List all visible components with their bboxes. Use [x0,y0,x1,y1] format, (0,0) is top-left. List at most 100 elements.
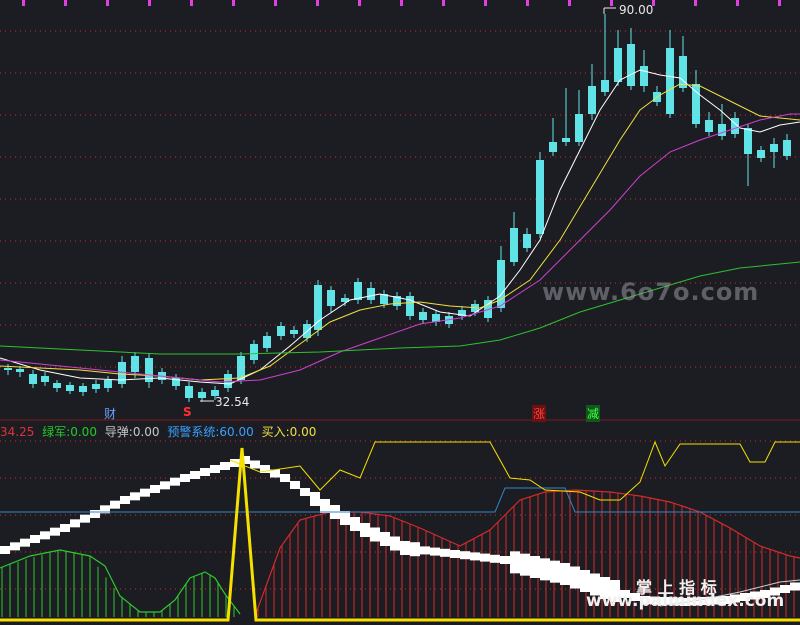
top-tick [106,0,109,6]
candle-body-down [250,344,258,360]
white-band-step [390,536,400,551]
candle-body-down [198,392,206,398]
white-band-step [790,582,800,591]
white-band-step [300,488,310,496]
white-band-step [160,481,170,490]
candle-body-down [419,312,427,320]
candle-body-down [277,326,285,336]
indicator-first-value: 34.25 [0,425,35,439]
candle-body-down [118,362,126,384]
candle-body-down [575,114,583,142]
white-band-step [460,551,470,560]
candle-body-down [549,142,557,152]
candle-body-down [562,138,570,142]
top-tick [568,0,571,6]
white-band-step [80,514,90,523]
top-tick [274,0,277,6]
candle-body-down [692,84,700,124]
white-band-step [130,492,140,501]
top-tick [148,0,151,6]
moving-average-layer [0,69,800,385]
ma5-line [0,69,800,385]
buy-line-upper [229,440,800,501]
low-price-label: 32.54 [215,395,250,409]
chart-canvas[interactable] [0,0,800,625]
white-band-step [0,546,10,554]
white-band-step [350,517,360,531]
white-band-step [170,477,180,486]
white-band-step [580,570,590,592]
indicator-missile-label: 导弹: [104,425,133,439]
white-band-step [480,553,490,562]
green-army-line [0,549,241,615]
candle-body-down [4,368,12,370]
candle-body-down [263,336,271,348]
white-band-step [220,462,230,470]
indicator-buy-value: 0.00 [289,425,317,439]
white-band-step [50,527,60,536]
top-tick [232,0,235,6]
candle-body-down [41,376,49,382]
candle-body-down [367,288,375,300]
candle-body-down [327,290,335,306]
annotation-layer [200,7,616,402]
candle-body-down [66,385,74,391]
white-band-step [450,550,460,558]
white-band-step [510,551,520,574]
candle-body-down [131,356,139,372]
indicator-missile-value: 0.00 [132,425,160,439]
white-band-step [70,519,80,528]
white-band-step [500,556,510,564]
candle-body-down [718,124,726,136]
marker-finance[interactable]: 财 [104,405,116,422]
candle-body-down [92,384,100,389]
candle-body-down [523,234,531,248]
white-band-step [90,510,100,518]
white-band-step [310,492,320,506]
white-band-step [380,532,390,546]
candle-body-down [588,86,596,114]
indicator-buy-label: 买入: [261,425,290,439]
candle-body-down [314,285,322,330]
top-tick [778,0,781,6]
marker-rise[interactable]: 涨 [532,405,547,422]
top-tick [736,0,739,6]
candle-body-down [744,128,752,154]
white-band-step [560,563,570,585]
white-band-step [520,553,530,576]
top-tick [694,0,697,6]
top-tick [526,0,529,6]
candle-body-down [614,48,622,82]
marker-reduce[interactable]: 减 [586,405,601,422]
candle-body-down [627,44,635,86]
white-band-step [550,560,560,583]
watermark-6o7o: www.6o7o.com [542,278,760,306]
white-band-step [210,465,220,473]
top-tick [64,0,67,6]
candle-body-down [29,374,37,384]
candle-body-down [536,160,544,234]
white-band-step [20,538,30,547]
candle-body-down [290,330,298,334]
top-tick [22,0,25,6]
marker-sell[interactable]: S [183,405,192,419]
white-band-step [280,474,290,482]
white-band-step [360,523,370,537]
white-band-step [60,524,70,532]
indicator-warning-value: 60.00 [219,425,254,439]
white-band-step [470,552,480,561]
white-band-step [10,542,20,551]
white-band-step [290,481,300,489]
white-band-step [420,546,430,555]
top-tick [484,0,487,6]
white-band-step [540,558,550,581]
indicator-green-army-label: 绿军: [42,425,71,439]
candle-body-down [757,150,765,158]
brand-url-text: www.palmindex.com [586,591,785,611]
white-band-step [200,468,210,476]
white-band-step [340,511,350,525]
top-tick [358,0,361,6]
white-band-step [140,488,150,497]
candle-body-down [185,386,193,398]
white-band-step [250,460,260,469]
